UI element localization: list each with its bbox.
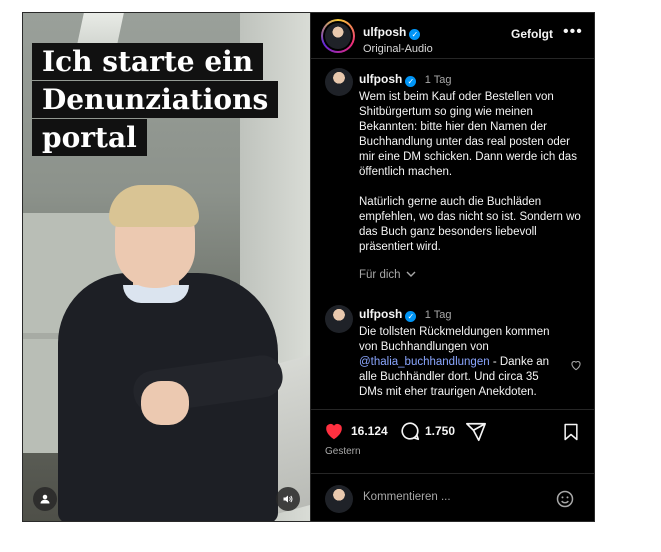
post-dialog: Ich starte ein Denunziations portal ulfp…	[22, 12, 595, 522]
caption-text: Wem ist beim Kauf oder Bestellen von Shi…	[359, 91, 581, 253]
user-tags-button[interactable]	[33, 487, 57, 511]
heart-outline-icon[interactable]	[569, 358, 583, 372]
chevron-down-icon	[406, 271, 416, 277]
overlay-caption: Ich starte ein Denunziations portal	[32, 43, 297, 157]
caption-username[interactable]: ulfposh	[359, 72, 402, 86]
post-date: Gestern	[325, 446, 361, 457]
caption-avatar[interactable]	[325, 68, 353, 96]
comment-username[interactable]: ulfposh	[359, 307, 402, 321]
stage: Ich starte ein Denunziations portal ulfp…	[0, 0, 661, 552]
comment-group: 1.750	[399, 420, 455, 442]
audio-toggle-button[interactable]	[276, 487, 300, 511]
author-avatar[interactable]	[321, 19, 355, 53]
actions-bar: 16.124 1.750 Gestern	[311, 409, 594, 473]
comment-avatar[interactable]	[325, 305, 353, 333]
person-hand	[141, 381, 189, 425]
author-username[interactable]: ulfposh	[363, 25, 406, 39]
verified-badge-icon: ✓	[405, 311, 417, 322]
post-header: ulfposh ✓ Original-Audio Gefolgt •••	[311, 13, 594, 59]
for-you-link[interactable]: Für dich	[359, 269, 585, 281]
emoji-icon[interactable]	[555, 489, 575, 509]
caption-time: 1 Tag	[424, 74, 452, 86]
overlay-line-2: Denunziations	[32, 81, 279, 118]
comment-input[interactable]: Kommentieren ...	[363, 491, 451, 503]
speaker-icon	[283, 495, 293, 503]
more-icon[interactable]: •••	[563, 23, 583, 41]
original-audio-link[interactable]: Original-Audio	[363, 43, 433, 55]
person-hair	[109, 185, 199, 227]
bookmark-icon[interactable]	[561, 422, 581, 442]
like-group: 16.124	[323, 420, 388, 442]
comment-composer: Kommentieren ...	[311, 473, 594, 521]
viewer-avatar	[325, 485, 353, 513]
like-count[interactable]: 16.124	[351, 424, 388, 438]
post-side-panel: ulfposh ✓ Original-Audio Gefolgt ••• ulfp…	[310, 13, 594, 521]
reel-video[interactable]: Ich starte ein Denunziations portal	[23, 13, 310, 521]
following-button[interactable]: Gefolgt	[511, 27, 553, 41]
person-icon	[40, 494, 50, 504]
heart-filled-icon[interactable]	[323, 420, 345, 442]
avatar-image	[325, 23, 351, 49]
overlay-line-3: portal	[32, 119, 147, 156]
verified-badge-icon: ✓	[409, 29, 421, 40]
comment-time: 1 Tag	[424, 309, 452, 321]
comment-count[interactable]: 1.750	[425, 424, 455, 438]
overlay-line-1: Ich starte ein	[32, 43, 264, 80]
mention-link[interactable]: @thalia_buchhandlungen	[359, 356, 490, 368]
verified-badge-icon: ✓	[405, 76, 417, 87]
share-icon[interactable]	[465, 421, 487, 443]
comment-text: Die tollsten Rückmeldungen kommen von Bu…	[359, 326, 553, 398]
comment-icon[interactable]	[399, 420, 421, 442]
comments-area[interactable]: ulfposh ✓ 1 Tag Wem ist beim Kauf oder Be…	[311, 60, 594, 409]
